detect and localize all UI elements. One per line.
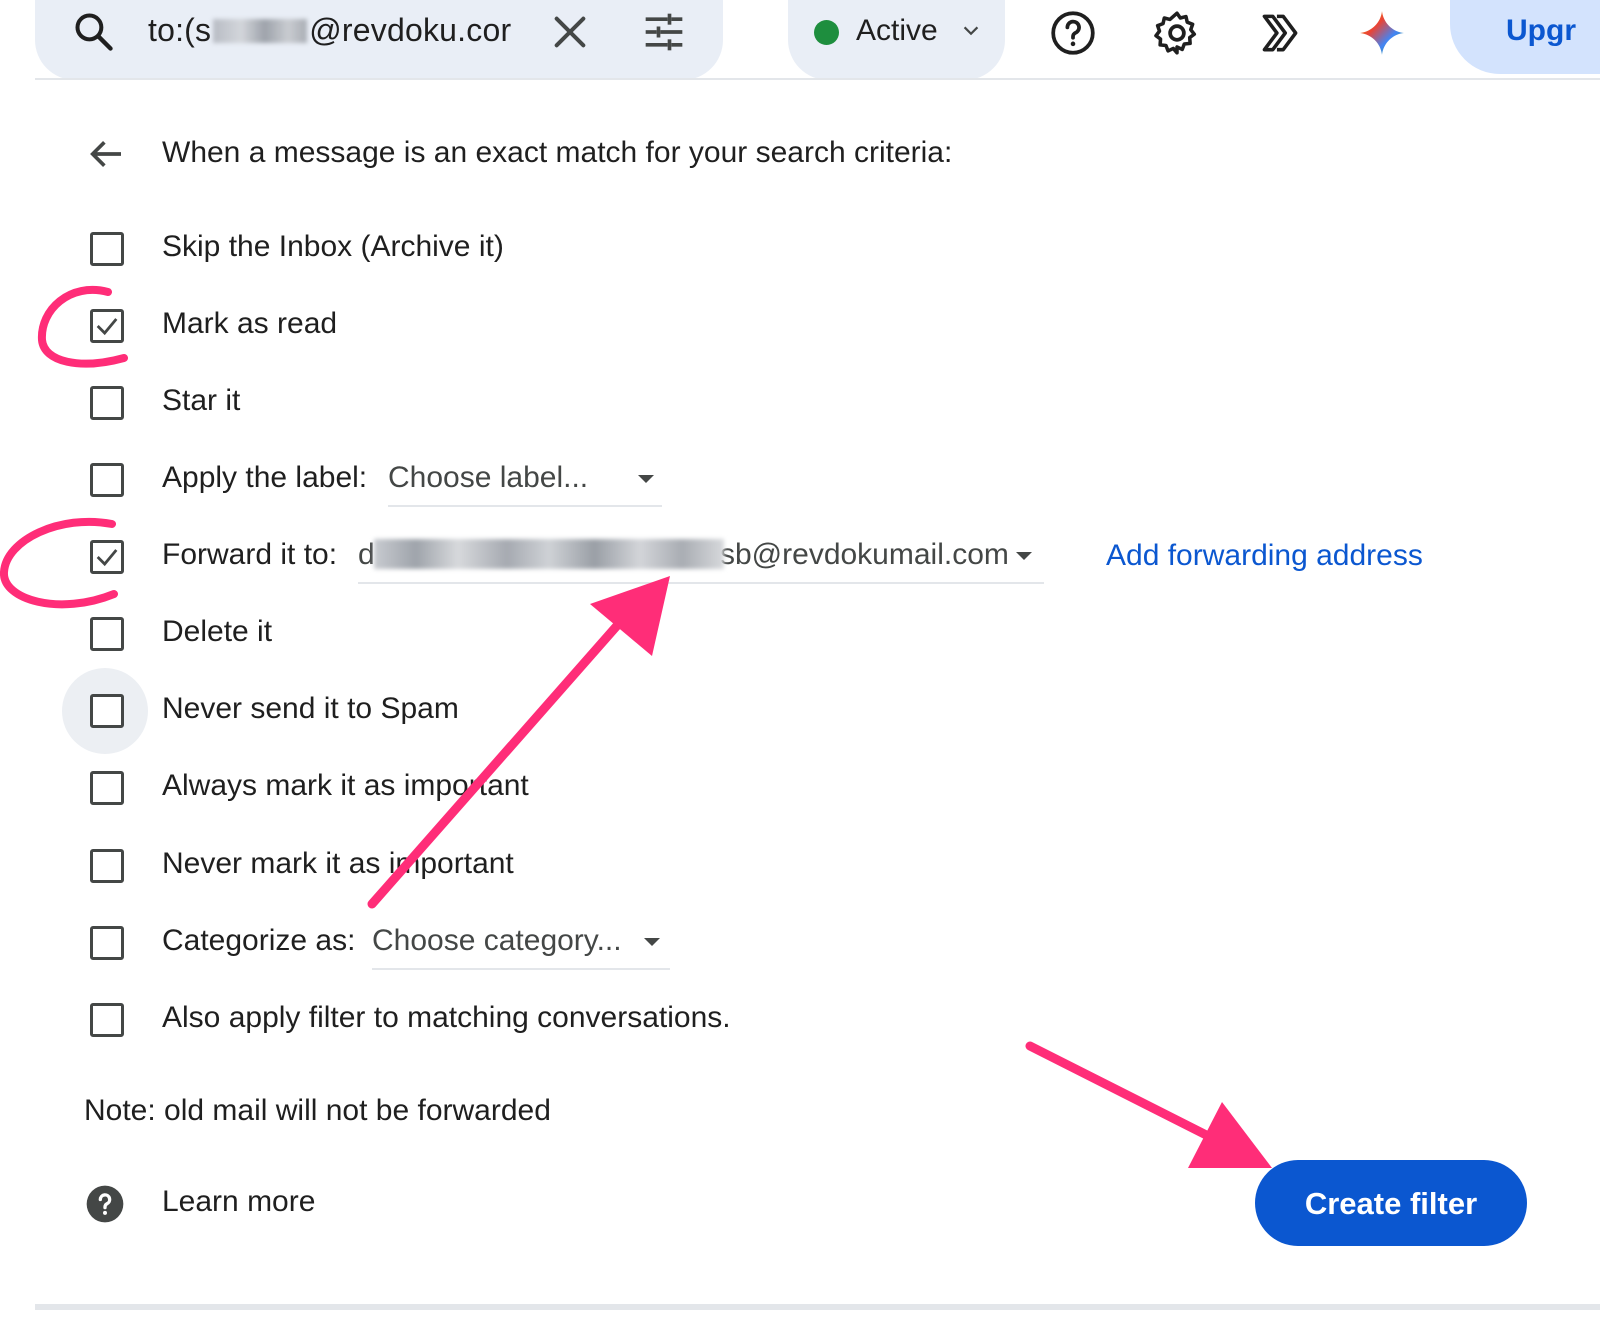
caret-down-icon: [644, 938, 660, 946]
checkbox-skip-inbox[interactable]: [90, 232, 124, 266]
close-icon[interactable]: [550, 12, 590, 52]
back-arrow-icon[interactable]: [86, 134, 126, 174]
divider: [35, 78, 1600, 80]
checkbox-delete-it[interactable]: [90, 617, 124, 651]
category-select[interactable]: Choose category...: [372, 922, 670, 970]
search-icon[interactable]: [72, 10, 116, 54]
checkbox-never-important[interactable]: [90, 849, 124, 883]
upgrade-label: Upgr: [1506, 14, 1576, 47]
forwarding-note: Note: old mail will not be forwarded: [84, 1094, 551, 1127]
annotation-arrow-forward-head: [590, 576, 670, 656]
label-apply-to-conversations: Also apply filter to matching conversati…: [162, 1001, 731, 1034]
status-label: Active: [856, 14, 938, 47]
checkbox-categorize[interactable]: [90, 926, 124, 960]
annotation-arrow-create-shaft: [1025, 1041, 1233, 1151]
label-never-spam: Never send it to Spam: [162, 692, 459, 725]
status-dot: [814, 20, 839, 45]
help-circle-icon[interactable]: [1048, 8, 1098, 58]
annotation-arrow-create-head: [1188, 1102, 1272, 1168]
top-bar: to:(s @revdoku.cor Active Upgr: [0, 0, 1600, 80]
annotation-overlay: [0, 286, 1272, 1168]
redacted-text: [374, 539, 724, 569]
checkbox-forward-it[interactable]: [90, 540, 124, 574]
label-always-important: Always mark it as important: [162, 769, 529, 802]
label-mark-as-read: Mark as read: [162, 307, 338, 340]
label-skip-inbox: Skip the Inbox (Archive it): [162, 230, 504, 263]
forward-address-prefix: d: [358, 538, 375, 571]
checkbox-always-important[interactable]: [90, 771, 124, 805]
help-icon[interactable]: [85, 1184, 125, 1224]
create-filter-button[interactable]: Create filter: [1255, 1160, 1527, 1246]
learn-more-link[interactable]: Learn more: [162, 1185, 315, 1219]
label-apply-label: Apply the label:: [162, 461, 368, 494]
checkbox-apply-label[interactable]: [90, 463, 124, 497]
checkbox-never-spam[interactable]: [90, 694, 124, 728]
checkbox-mark-as-read[interactable]: [90, 309, 124, 343]
caret-down-icon: [1016, 552, 1032, 560]
label-star-it: Star it: [162, 384, 241, 417]
filter-heading: When a message is an exact match for you…: [162, 136, 953, 169]
gear-icon[interactable]: [1152, 8, 1202, 58]
label-forward-it: Forward it to:: [162, 538, 338, 571]
category-select-value: Choose category...: [372, 924, 622, 957]
search-input[interactable]: to:(s @revdoku.cor: [148, 12, 520, 49]
search-query-prefix: to:(s: [148, 12, 212, 48]
caret-down-icon: [638, 475, 654, 483]
label-never-important: Never mark it as important: [162, 847, 514, 880]
checkbox-star-it[interactable]: [90, 386, 124, 420]
divider: [35, 1304, 1600, 1310]
search-options-icon[interactable]: [642, 10, 686, 54]
checkbox-apply-to-conversations[interactable]: [90, 1003, 124, 1037]
chevron-down-icon: [963, 26, 979, 36]
chevrons-right-icon[interactable]: [1254, 8, 1304, 58]
label-select[interactable]: Choose label...: [388, 459, 662, 507]
forward-address-value: sb@revdokumail.com: [720, 538, 1009, 571]
label-categorize: Categorize as:: [162, 924, 356, 957]
redacted-text: [213, 19, 308, 43]
search-query-suffix: @revdoku.cor: [309, 12, 512, 48]
label-delete-it: Delete it: [162, 615, 273, 648]
gemini-sparkle-icon[interactable]: [1357, 8, 1407, 58]
label-select-value: Choose label...: [388, 461, 589, 494]
add-forwarding-address-link[interactable]: Add forwarding address: [1106, 539, 1423, 573]
